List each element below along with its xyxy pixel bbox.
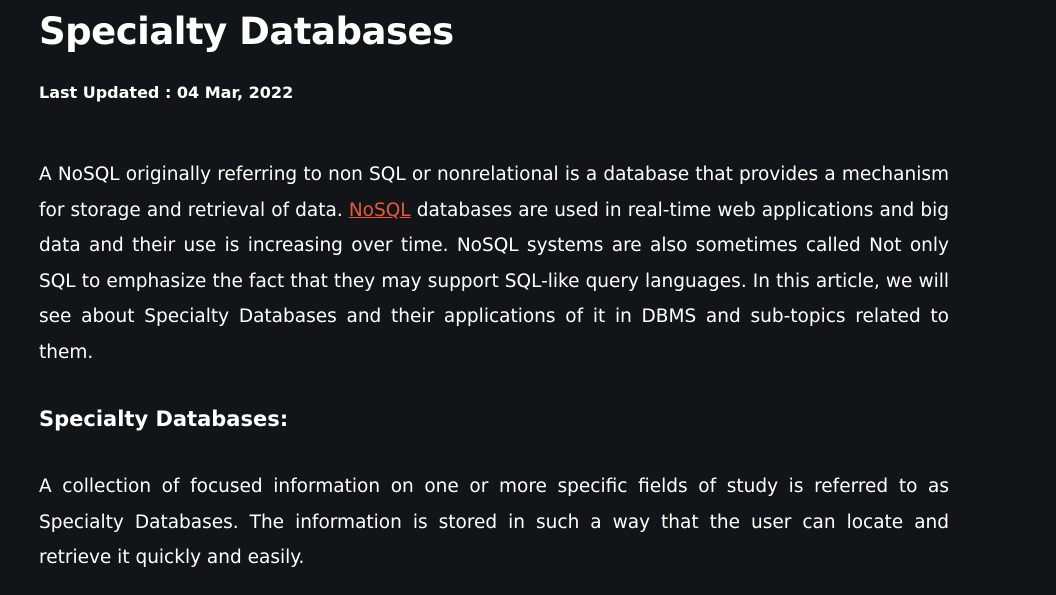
last-updated-date: Last Updated : 04 Mar, 2022 bbox=[39, 83, 294, 102]
nosql-link[interactable]: NoSQL bbox=[349, 200, 411, 221]
intro-paragraph: A NoSQL originally referring to non SQL … bbox=[39, 157, 949, 371]
section-paragraph: A collection of focused information on o… bbox=[39, 476, 949, 569]
intro-text-end: databases are used in real-time web appl… bbox=[39, 199, 949, 363]
article-title: Specialty Databases bbox=[39, 10, 454, 53]
section-heading: Specialty Databases: bbox=[39, 407, 289, 431]
